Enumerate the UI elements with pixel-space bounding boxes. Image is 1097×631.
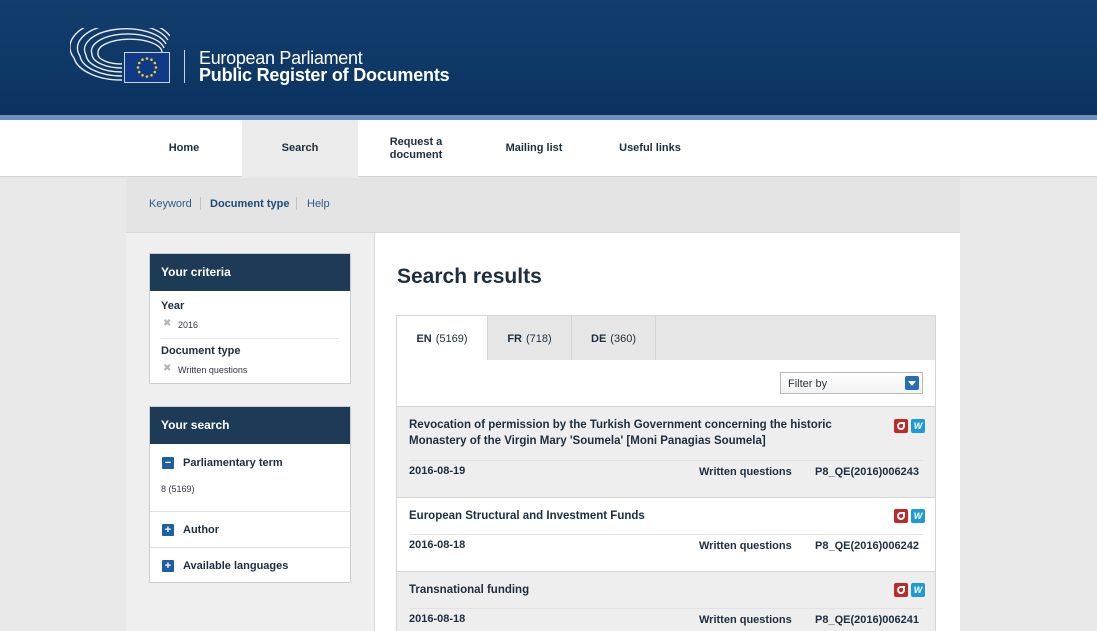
result-type: Written questions	[699, 466, 792, 478]
subnav-document-type[interactable]: Document type	[210, 198, 289, 210]
result-title-link[interactable]: Revocation of permission by the Turkish …	[409, 417, 879, 449]
remove-year-icon[interactable]: ✖	[163, 319, 171, 329]
criteria-title: Your criteria	[150, 254, 350, 291]
result-reference[interactable]: P8_QE(2016)006241	[815, 614, 919, 626]
subnav-separator	[296, 197, 297, 210]
tab-de-lang: DE	[591, 332, 607, 345]
result-title-link[interactable]: European Structural and Investment Funds	[409, 508, 879, 524]
facet-parliamentary-term[interactable]: − Parliamentary term 8 (5169)	[150, 444, 350, 512]
filter-by-label: Filter by	[788, 378, 828, 390]
result-item: Transnational funding W 2016-08-18 Writt…	[396, 571, 936, 631]
result-title-link[interactable]: Transnational funding	[409, 582, 879, 598]
filter-by-select[interactable]: Filter by	[780, 372, 923, 394]
main-navigation: Home Search Request a document Mailing l…	[0, 120, 1097, 177]
tab-en-count: (5169)	[435, 333, 468, 345]
your-search-title: Your search	[150, 407, 350, 444]
criteria-divider	[161, 338, 339, 339]
criteria-panel: Your criteria Year ✖ 2016 Document type …	[149, 253, 351, 384]
facet-author-label[interactable]: Author	[183, 524, 219, 536]
eu-flag-icon	[124, 52, 170, 83]
search-subnav: Keyword Document type Help	[126, 178, 960, 233]
expand-icon[interactable]: +	[162, 524, 174, 536]
subnav-separator	[200, 197, 201, 210]
result-type: Written questions	[699, 540, 792, 552]
results-heading: Search results	[397, 265, 542, 288]
your-search-panel: Your search − Parliamentary term 8 (5169…	[149, 406, 351, 583]
facet-parliamentary-term-value[interactable]: 8 (5169)	[161, 484, 195, 494]
result-date: 2016-08-18	[409, 539, 466, 551]
collapse-icon[interactable]: −	[162, 457, 174, 469]
criteria-year-value: 2016	[178, 320, 199, 330]
facet-available-languages[interactable]: + Available languages	[150, 547, 350, 583]
criteria-doctype-label: Document type	[161, 345, 241, 357]
result-reference[interactable]: P8_QE(2016)006243	[815, 466, 919, 478]
word-download-icon[interactable]: W	[911, 419, 925, 433]
tab-de[interactable]: DE (360)	[572, 316, 656, 361]
result-type: Written questions	[699, 614, 792, 626]
filter-bar: Filter by	[396, 360, 936, 407]
tab-en-lang: EN	[416, 333, 432, 345]
result-item: Revocation of permission by the Turkish …	[396, 406, 936, 498]
site-header: European Parliament Public Register of D…	[0, 0, 1097, 115]
word-download-icon[interactable]: W	[911, 583, 925, 597]
subnav-keyword[interactable]: Keyword	[149, 198, 192, 210]
remove-doctype-icon[interactable]: ✖	[163, 364, 171, 374]
logo-divider	[184, 50, 185, 83]
result-date: 2016-08-18	[409, 613, 466, 625]
result-divider	[409, 608, 923, 609]
chevron-down-icon[interactable]	[905, 376, 919, 390]
facet-available-languages-label[interactable]: Available languages	[183, 560, 288, 572]
nav-mailing-list[interactable]: Mailing list	[476, 120, 592, 177]
result-reference[interactable]: P8_QE(2016)006242	[815, 540, 919, 552]
language-tabs: EN (5169) FR (718) DE (360)	[396, 315, 936, 362]
result-divider	[409, 534, 923, 535]
facet-author[interactable]: + Author	[150, 511, 350, 547]
expand-icon[interactable]: +	[162, 560, 174, 572]
facet-parliamentary-term-label[interactable]: Parliamentary term	[183, 457, 283, 469]
subnav-help[interactable]: Help	[307, 198, 330, 210]
result-item: European Structural and Investment Funds…	[396, 497, 936, 572]
tab-fr-lang: FR	[507, 332, 522, 345]
tab-fr[interactable]: FR (718)	[488, 316, 572, 361]
word-download-icon[interactable]: W	[911, 509, 925, 523]
result-date: 2016-08-19	[409, 465, 466, 477]
pdf-download-icon[interactable]	[894, 583, 908, 597]
pdf-download-icon[interactable]	[894, 509, 908, 523]
nav-request-document[interactable]: Request a document	[372, 120, 460, 177]
pdf-download-icon[interactable]	[894, 419, 908, 433]
brand-site-title[interactable]: Public Register of Documents	[199, 65, 450, 86]
result-divider	[409, 460, 923, 461]
tab-fr-count: (718)	[525, 332, 552, 345]
tab-de-count: (360)	[610, 332, 636, 345]
criteria-year-label: Year	[161, 300, 185, 312]
tab-en[interactable]: EN (5169)	[397, 316, 488, 362]
nav-home[interactable]: Home	[126, 120, 242, 177]
nav-search[interactable]: Search	[242, 120, 358, 177]
nav-useful-links[interactable]: Useful links	[592, 120, 708, 177]
criteria-doctype-value: Written questions	[178, 365, 248, 375]
